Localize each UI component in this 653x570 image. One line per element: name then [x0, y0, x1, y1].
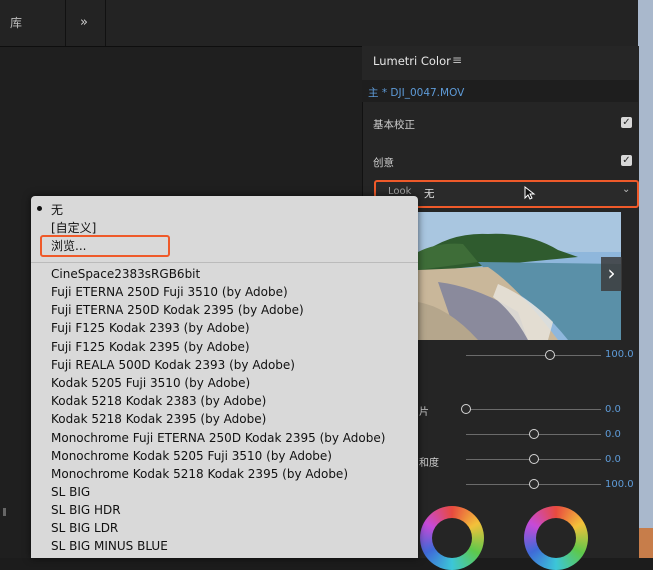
slider-value-faded-film[interactable]: 0.0 — [605, 404, 621, 415]
browse-highlight-box — [40, 235, 170, 257]
desktop-edge — [638, 0, 653, 558]
slider-value-saturation[interactable]: 100.0 — [605, 479, 634, 490]
slider-label-saturation: 和度 — [419, 458, 439, 469]
section-creative[interactable]: 创意 — [373, 155, 394, 170]
menu-item-look[interactable]: CineSpace2383sRGB6bit — [51, 267, 200, 281]
menu-item-look[interactable]: SL BIG — [51, 485, 90, 499]
chevron-down-icon[interactable]: ⌄ — [622, 184, 630, 195]
slider-label-faded-film: 片 — [419, 407, 429, 418]
color-wheel-highlights[interactable] — [524, 506, 588, 570]
panel-title: Lumetri Color — [373, 54, 451, 68]
slider-knob-sharpen[interactable] — [528, 429, 539, 439]
menu-item-look[interactable]: Fuji F125 Kodak 2393 (by Adobe) — [51, 321, 250, 335]
menu-item-look[interactable]: SL BIG LDR — [51, 521, 118, 535]
menu-item-look[interactable]: Kodak 5218 Kodak 2395 (by Adobe) — [51, 412, 266, 426]
chevron-right-icon[interactable]: › — [601, 257, 622, 291]
slider-knob-faded-film[interactable] — [461, 404, 471, 414]
menu-item-look[interactable]: Monochrome Fuji ETERNA 250D Kodak 2395 (… — [51, 431, 385, 445]
slider-value-vibrance[interactable]: 0.0 — [605, 454, 621, 465]
menu-item-custom[interactable]: [自定义] — [51, 219, 96, 236]
look-value[interactable]: 无 — [424, 186, 435, 201]
hamburger-icon[interactable]: ≡ — [452, 53, 462, 67]
more-tabs-icon[interactable]: » — [66, 0, 106, 46]
menu-item-look[interactable]: Kodak 5205 Fuji 3510 (by Adobe) — [51, 376, 250, 390]
menu-item-look[interactable]: Fuji ETERNA 250D Kodak 2395 (by Adobe) — [51, 303, 304, 317]
menu-item-look[interactable]: SL BIG MINUS BLUE — [51, 539, 168, 553]
color-wheel-shadows[interactable] — [420, 506, 484, 570]
menu-separator — [31, 262, 418, 263]
mouse-cursor-icon — [524, 186, 536, 200]
menu-item-look[interactable]: Monochrome Kodak 5205 Fuji 3510 (by Adob… — [51, 449, 332, 463]
look-preview-image — [418, 212, 621, 340]
tab-library[interactable]: 库 — [0, 0, 66, 46]
slider-knob-vibrance[interactable] — [528, 454, 539, 464]
menu-item-look[interactable]: SL BIG HDR — [51, 503, 121, 517]
panel-edge-mark — [3, 508, 6, 516]
slider-knob-saturation[interactable] — [528, 479, 539, 489]
basic-correction-checkbox[interactable]: ✓ — [621, 117, 632, 128]
slider-track-faded-film[interactable] — [466, 409, 601, 410]
menu-item-look[interactable]: Kodak 5218 Kodak 2383 (by Adobe) — [51, 394, 266, 408]
slider-track-intensity[interactable] — [466, 355, 601, 356]
slider-knob-intensity[interactable] — [544, 350, 555, 360]
menu-item-look[interactable]: Fuji REALA 500D Kodak 2393 (by Adobe) — [51, 358, 295, 372]
selected-bullet-icon — [37, 206, 42, 211]
menu-item-none[interactable]: 无 — [51, 201, 63, 218]
desktop-edge-bottom — [638, 528, 653, 558]
creative-checkbox[interactable]: ✓ — [621, 155, 632, 166]
slider-value-sharpen[interactable]: 0.0 — [605, 429, 621, 440]
clip-name[interactable]: 主 * DJI_0047.MOV — [368, 85, 464, 100]
menu-item-look[interactable]: Fuji ETERNA 250D Fuji 3510 (by Adobe) — [51, 285, 288, 299]
section-basic-correction[interactable]: 基本校正 — [373, 117, 415, 132]
menu-item-look[interactable]: Fuji F125 Kodak 2395 (by Adobe) — [51, 340, 250, 354]
slider-value-intensity[interactable]: 100.0 — [605, 349, 634, 360]
menu-item-look[interactable]: Monochrome Kodak 5218 Kodak 2395 (by Ado… — [51, 467, 348, 481]
